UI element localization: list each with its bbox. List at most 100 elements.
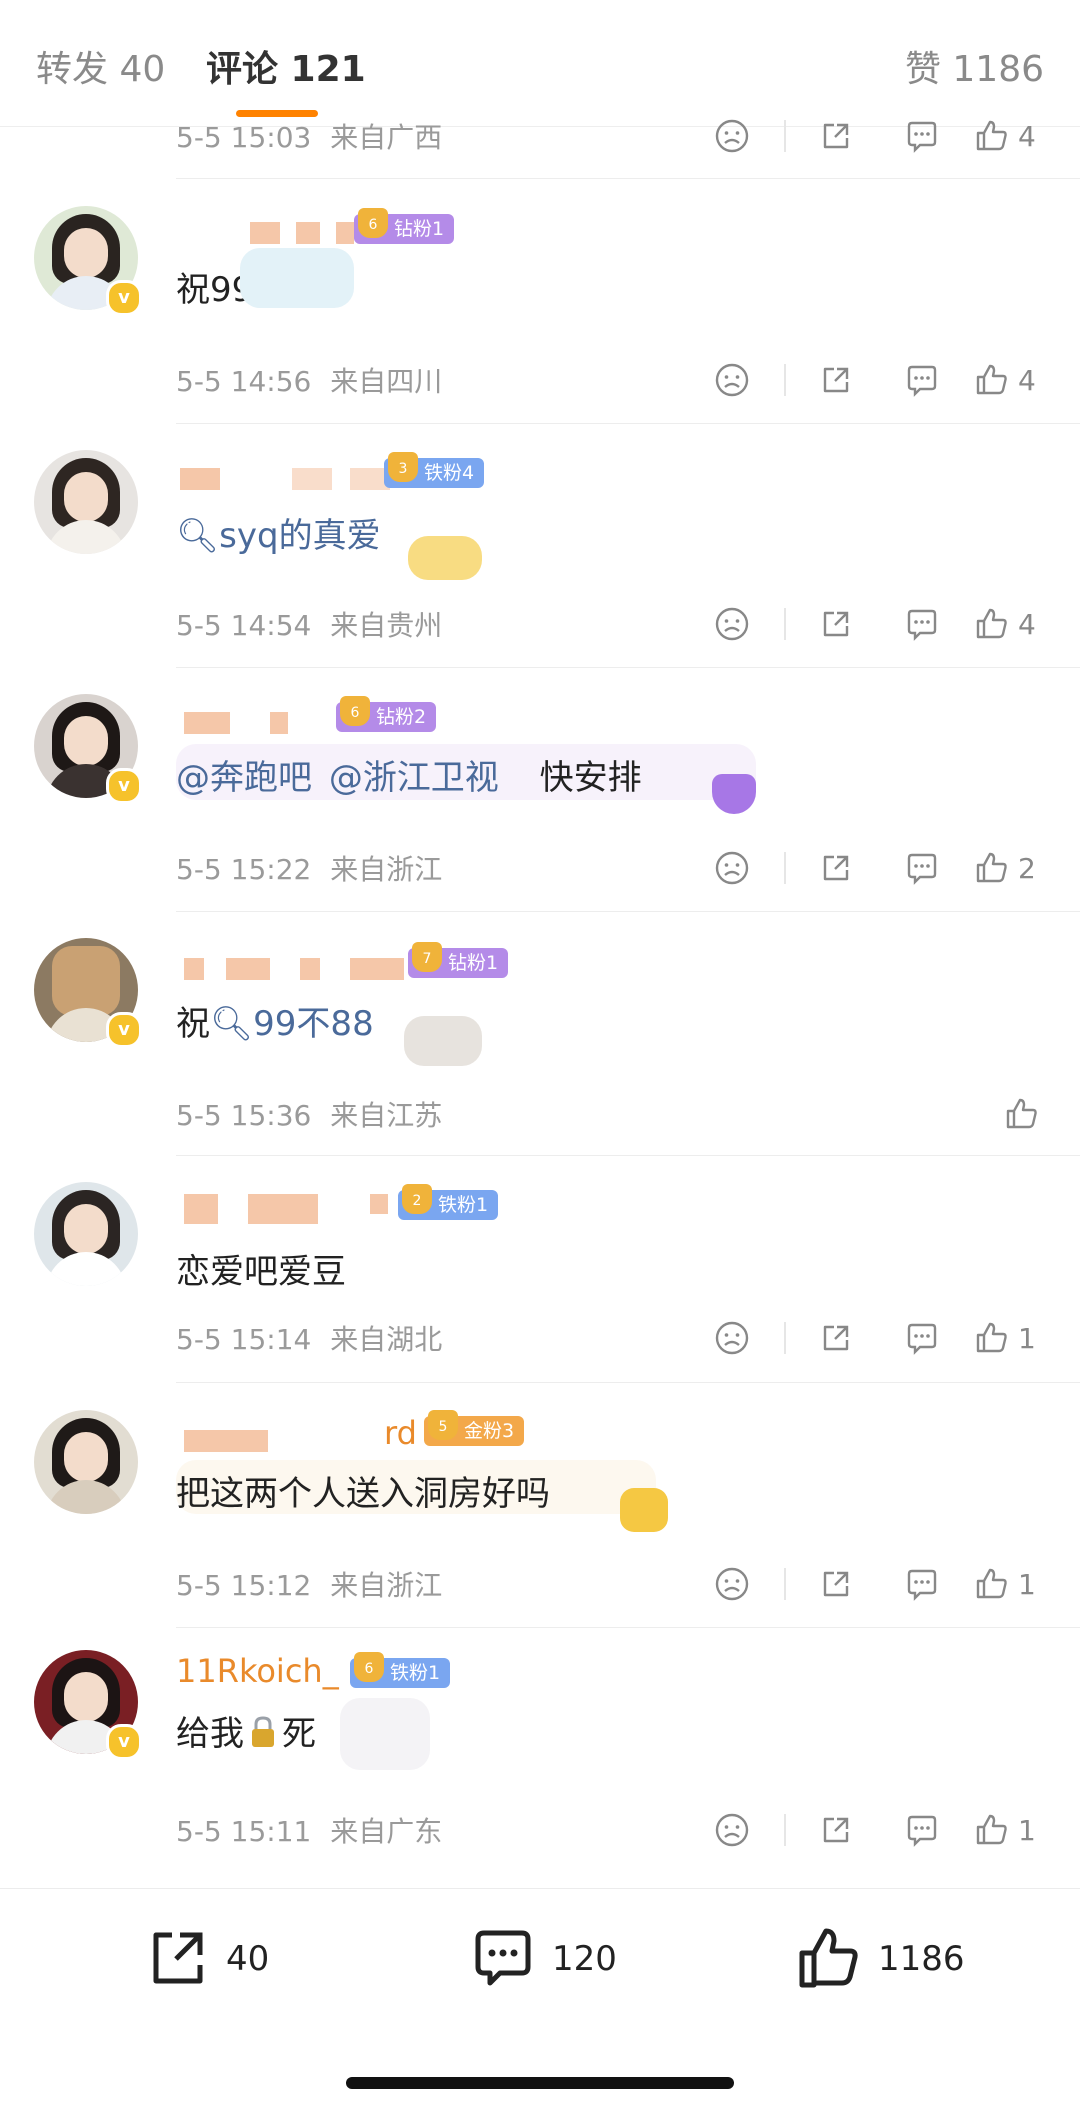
- dislike-icon[interactable]: [714, 118, 750, 154]
- username-redacted: [184, 1430, 268, 1452]
- lock-icon: [248, 1715, 278, 1749]
- tab-repost[interactable]: 转发 40: [36, 48, 165, 92]
- share-icon: [153, 1932, 203, 1984]
- like-icon[interactable]: [974, 118, 1010, 154]
- share-icon[interactable]: [818, 1566, 854, 1602]
- verified-icon: v: [106, 1012, 142, 1048]
- like-icon: [799, 1928, 858, 1988]
- fan-badge[interactable]: 5 金粉3: [424, 1410, 525, 1446]
- crown-icon: 2: [402, 1184, 432, 1214]
- crown-icon: 6: [354, 1652, 384, 1682]
- mention-link[interactable]: @浙江卫视: [329, 758, 499, 798]
- like-count: 4: [1018, 608, 1036, 641]
- fan-badge[interactable]: 7 钻粉1: [408, 942, 509, 978]
- username-redacted: [226, 958, 270, 980]
- dislike-icon[interactable]: [714, 606, 750, 642]
- username[interactable]: rd: [384, 1414, 417, 1452]
- like-icon[interactable]: [1004, 1096, 1040, 1132]
- fan-badge[interactable]: 6 钻粉1: [354, 208, 455, 244]
- crown-icon: 6: [340, 696, 370, 726]
- comment-icon[interactable]: [904, 362, 940, 398]
- comment-location: 来自浙江: [330, 1569, 443, 1602]
- comment-time: 5-5 15:11: [176, 1815, 312, 1848]
- comment-meta: 5-5 15:03 来自广西: [176, 116, 442, 156]
- comment-actions: 1: [714, 1812, 1044, 1852]
- comment-meta: 5-5 15:36 来自江苏: [176, 1094, 442, 1134]
- share-icon[interactable]: [818, 606, 854, 642]
- like-count: 4: [1018, 364, 1036, 397]
- comment-item: 3 铁粉4 🔍︎syq的真爱 5-5 14:54 来自贵州 4: [0, 424, 1080, 668]
- tab-comments[interactable]: 评论 121: [206, 48, 366, 92]
- share-icon[interactable]: [818, 118, 854, 154]
- fan-badge[interactable]: 3 铁粉4: [384, 452, 485, 488]
- comment-time: 5-5 15:22: [176, 853, 312, 886]
- comment-time: 5-5 14:56: [176, 365, 312, 398]
- username-redacted: [250, 222, 280, 244]
- comment-location: 来自浙江: [330, 853, 443, 886]
- like-icon[interactable]: [974, 1566, 1010, 1602]
- separator: [784, 1814, 786, 1846]
- avatar[interactable]: [34, 1410, 138, 1514]
- comment-time: 5-5 15:14: [176, 1323, 312, 1356]
- search-icon: 🔍︎: [176, 516, 220, 556]
- comment-meta: 5-5 14:54 来自贵州: [176, 604, 442, 644]
- like-count: 1: [1018, 1322, 1036, 1355]
- comment-icon[interactable]: [904, 118, 940, 154]
- username-redacted: [184, 1194, 218, 1224]
- separator: [784, 608, 786, 640]
- fan-badge[interactable]: 2 铁粉1: [398, 1184, 499, 1220]
- tab-likes[interactable]: 赞 1186: [905, 48, 1044, 92]
- comment-location: 来自广西: [330, 121, 443, 154]
- like-icon[interactable]: [974, 362, 1010, 398]
- separator: [784, 852, 786, 884]
- verified-icon: v: [106, 768, 142, 804]
- dislike-icon[interactable]: [714, 362, 750, 398]
- comment-icon: [475, 1930, 531, 1986]
- comment-icon[interactable]: [904, 1566, 940, 1602]
- crown-icon: 5: [428, 1410, 458, 1440]
- like-icon[interactable]: [974, 1812, 1010, 1848]
- like-icon[interactable]: [974, 1320, 1010, 1356]
- divider: [176, 178, 1080, 179]
- username-redacted: [248, 1194, 318, 1224]
- comment-icon[interactable]: [904, 1320, 940, 1356]
- home-indicator: [346, 2077, 734, 2089]
- username-redacted: [184, 712, 230, 734]
- share-icon[interactable]: [818, 1320, 854, 1356]
- username-redacted: [292, 468, 332, 490]
- comment-item: v 11Rkoich_ 6 铁粉1 给我死 5-5 15:11 来自广东 1: [0, 1628, 1080, 1872]
- dislike-icon[interactable]: [714, 1320, 750, 1356]
- like-count: 2: [1018, 852, 1036, 885]
- avatar[interactable]: [34, 450, 138, 554]
- dislike-icon[interactable]: [714, 850, 750, 886]
- comment-text: 祝🔍︎99不88: [176, 1004, 374, 1044]
- separator: [784, 1568, 786, 1600]
- username-redacted: [300, 958, 320, 980]
- comment-actions: 4: [714, 606, 1044, 646]
- mention-link[interactable]: @奔跑吧: [176, 758, 312, 798]
- dislike-icon[interactable]: [714, 1812, 750, 1848]
- repost-count: 40: [226, 1939, 270, 1979]
- share-icon[interactable]: [818, 1812, 854, 1848]
- like-count: 1: [1018, 1814, 1036, 1847]
- comment-text: @奔跑吧 @浙江卫视 快安排: [176, 758, 642, 798]
- like-icon[interactable]: [974, 850, 1010, 886]
- like-icon[interactable]: [974, 606, 1010, 642]
- comment-icon[interactable]: [904, 850, 940, 886]
- share-icon[interactable]: [818, 850, 854, 886]
- avatar[interactable]: [34, 1182, 138, 1286]
- dislike-icon[interactable]: [714, 1566, 750, 1602]
- comment-time: 5-5 15:03: [176, 121, 312, 154]
- comment-text: 恋爱吧爱豆: [176, 1252, 346, 1292]
- comment-text: 把这两个人送入洞房好吗: [176, 1474, 550, 1514]
- comment-icon[interactable]: [904, 606, 940, 642]
- sticker: [408, 536, 482, 580]
- comment-icon[interactable]: [904, 1812, 940, 1848]
- comment-location: 来自湖北: [330, 1323, 443, 1356]
- fan-badge[interactable]: 6 铁粉1: [350, 1652, 451, 1688]
- fan-badge[interactable]: 6 钻粉2: [336, 696, 437, 732]
- username-redacted: [184, 958, 204, 980]
- comment-meta: 5-5 15:11 来自广东: [176, 1810, 442, 1850]
- username[interactable]: 11Rkoich_: [176, 1652, 339, 1690]
- share-icon[interactable]: [818, 362, 854, 398]
